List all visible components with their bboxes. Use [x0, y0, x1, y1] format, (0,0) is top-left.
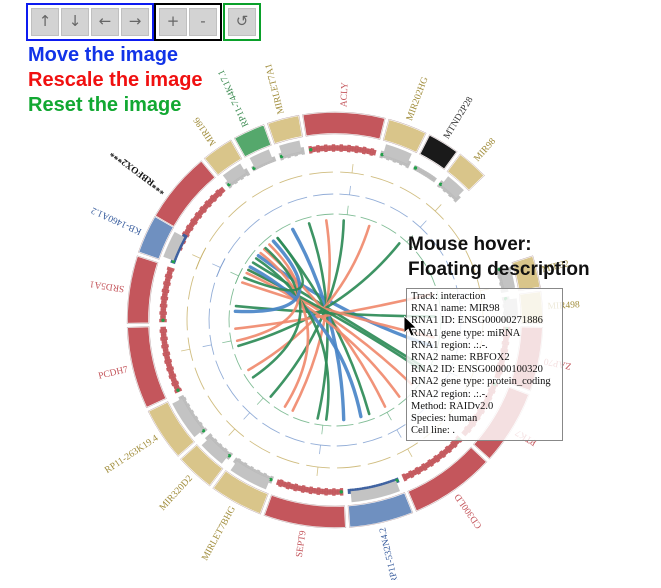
tooltip-row: RNA2 ID: ENSG00000100320 — [411, 364, 543, 376]
gene-label: ***RBFOX2*** — [109, 147, 168, 195]
zoom-in-button[interactable]: + — [159, 8, 187, 36]
gene-block[interactable] — [406, 445, 489, 513]
gene-label: MIR320D2 — [158, 474, 195, 513]
gene-label: MTND2P28 — [442, 95, 475, 141]
move-right-button[interactable]: → — [121, 8, 149, 36]
move-up-button[interactable]: ↑ — [31, 8, 59, 36]
tooltip-row: Method: RAIDv2.0 — [411, 400, 494, 412]
gene-label: KB-1460A1.2 — [90, 204, 143, 236]
gene-label: SRD5A1 — [90, 278, 125, 293]
gene-label: MIRLET7A1 — [264, 62, 287, 115]
tooltip-row: RNA2 gene type: protein_coding — [411, 376, 551, 388]
tooltip-row: RNA1 name: MIR98 — [411, 303, 500, 315]
tooltip-row: RNA1 gene type: miRNA — [411, 327, 521, 339]
tooltip-row: Cell line: . — [411, 425, 456, 437]
reset-button[interactable]: ↺ — [228, 8, 256, 36]
image-control-toolbar: ↑ ↓ ← → + - ↺ — [26, 3, 261, 41]
gene-label: RP11-744K17.1 — [217, 68, 252, 128]
tooltip-row: RNA2 name: RBFOX2 — [411, 352, 510, 364]
gene-block[interactable] — [126, 254, 160, 325]
gene-label: CD300LD — [453, 491, 484, 530]
gene-label: RP11-532N4.2 — [378, 526, 401, 580]
gene-label: MIRLET7BHG — [200, 505, 238, 563]
tooltip-row: Species: human — [411, 413, 478, 425]
toolbar-group-reset: ↺ — [223, 3, 261, 41]
gene-block[interactable] — [262, 493, 347, 529]
gene-block[interactable] — [266, 114, 304, 146]
gene-label: ACLY — [339, 82, 350, 107]
move-left-button[interactable]: ← — [91, 8, 119, 36]
gene-label: SEPT9 — [295, 530, 309, 558]
mouse-hover-annotation: Mouse hover: Floating description — [408, 234, 590, 280]
gene-label: RP11-263K19.4 — [103, 433, 160, 476]
tooltip-row: RNA1 region: .:.-. — [411, 339, 488, 351]
gene-label: PCDH7 — [97, 365, 129, 382]
gene-label: MIR202HG — [405, 76, 430, 123]
tooltip-row: RNA2 region: .:.-. — [411, 388, 488, 400]
interaction-tooltip: Track: interaction RNA1 name: MIR98 RNA1 I… — [406, 288, 563, 442]
gene-block[interactable] — [301, 111, 387, 141]
gene-label: MIR186 — [192, 115, 219, 147]
toolbar-group-rescale: + - — [154, 3, 222, 41]
toolbar-group-move: ↑ ↓ ← → — [26, 3, 154, 41]
mouse-cursor-icon — [404, 316, 418, 337]
tooltip-row: Track: interaction — [411, 291, 486, 302]
tooltip-row: RNA1 ID: ENSG00000271886 — [411, 315, 543, 327]
move-down-button[interactable]: ↓ — [61, 8, 89, 36]
gene-label: MIR98 — [473, 137, 499, 164]
zoom-out-button[interactable]: - — [189, 8, 217, 36]
